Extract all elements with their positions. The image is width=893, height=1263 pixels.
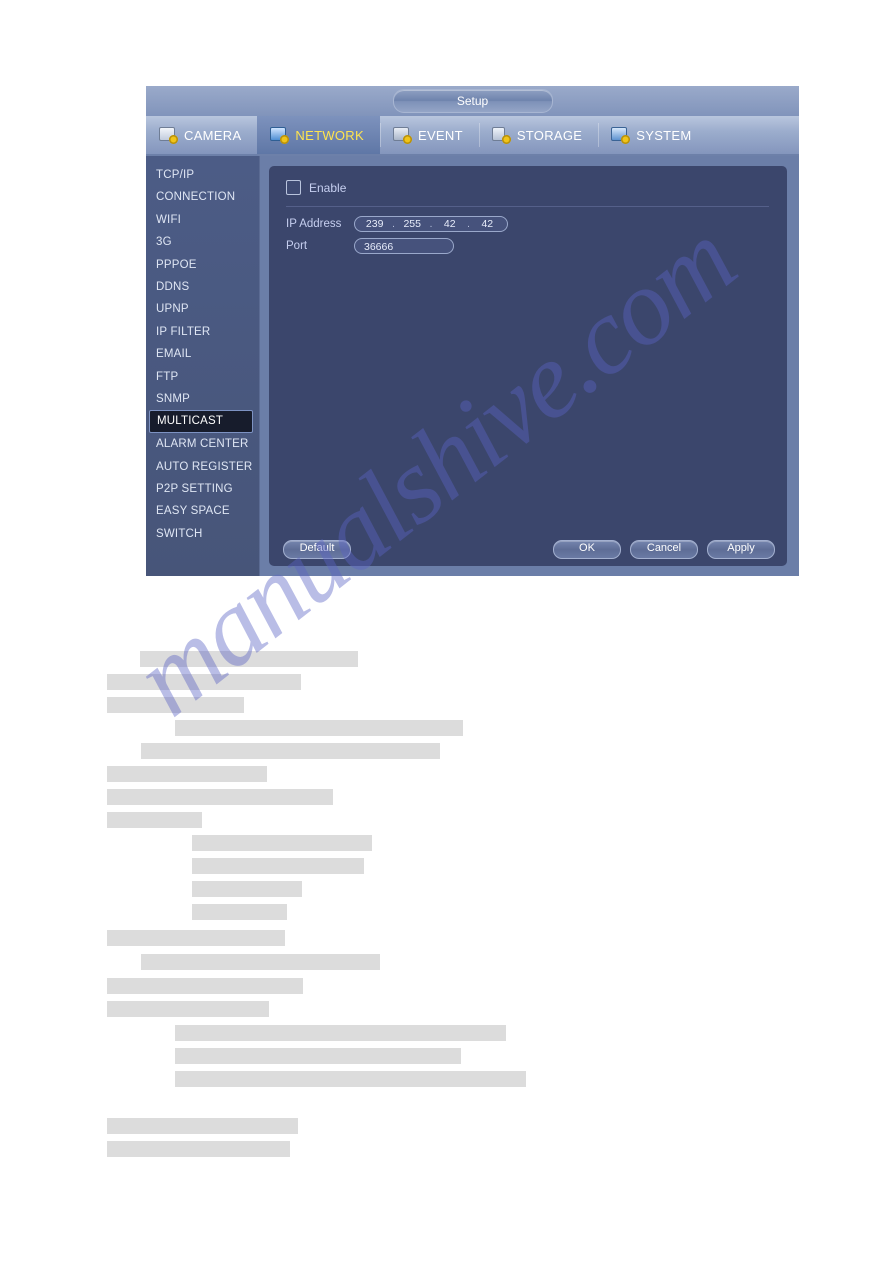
sidebar-item-ftp[interactable]: FTP	[146, 366, 259, 388]
tab-camera[interactable]: CAMERA	[146, 116, 257, 154]
redacted-line	[107, 789, 333, 805]
redacted-line	[192, 904, 287, 920]
sidebar-item-alarm-center[interactable]: ALARM CENTER	[146, 433, 259, 455]
redacted-line	[107, 1001, 269, 1017]
redacted-line	[107, 766, 267, 782]
network-sidebar: TCP/IP CONNECTION WIFI 3G PPPOE DDNS UPN…	[146, 156, 260, 576]
dialog-body: TCP/IP CONNECTION WIFI 3G PPPOE DDNS UPN…	[146, 156, 799, 576]
redacted-line	[192, 835, 372, 851]
dialog-title: Setup	[392, 89, 553, 113]
ip-address-input[interactable]: 239 . 255 . 42 . 42	[354, 216, 508, 232]
redacted-line	[107, 930, 285, 946]
redacted-line	[107, 697, 244, 713]
redacted-line	[141, 954, 380, 970]
ip-separator-1: .	[392, 218, 395, 230]
redacted-line	[141, 743, 440, 759]
redacted-line	[107, 978, 303, 994]
enable-checkbox[interactable]	[286, 180, 301, 195]
apply-button[interactable]: Apply	[707, 539, 775, 559]
tab-event[interactable]: EVENT	[379, 116, 479, 154]
sidebar-item-wifi[interactable]: WIFI	[146, 209, 259, 231]
setup-dialog: Setup CAMERA NETWORK EVENT STORAGE SYSTE…	[146, 86, 799, 576]
sidebar-item-pppoe[interactable]: PPPOE	[146, 254, 259, 276]
sidebar-item-tcpip[interactable]: TCP/IP	[146, 164, 259, 186]
cancel-button[interactable]: Cancel	[630, 539, 698, 559]
port-input[interactable]: 36666	[354, 238, 454, 254]
redacted-line	[175, 1048, 461, 1064]
redacted-line	[140, 651, 358, 667]
ip-octet-1[interactable]: 239	[365, 218, 385, 230]
sidebar-item-upnp[interactable]: UPNP	[146, 298, 259, 320]
main-tab-strip: CAMERA NETWORK EVENT STORAGE SYSTEM	[146, 116, 799, 156]
storage-icon	[491, 126, 511, 144]
dialog-title-bar: Setup	[146, 86, 799, 116]
sidebar-item-ddns[interactable]: DDNS	[146, 276, 259, 298]
multicast-settings-panel: Enable IP Address 239 . 255 . 42 . 42 Po…	[269, 166, 787, 566]
sidebar-item-connection[interactable]: CONNECTION	[146, 186, 259, 208]
sidebar-item-snmp[interactable]: SNMP	[146, 388, 259, 410]
redacted-line	[175, 720, 463, 736]
sidebar-item-3g[interactable]: 3G	[146, 231, 259, 253]
sidebar-item-switch[interactable]: SWITCH	[146, 523, 259, 545]
port-label: Port	[286, 240, 308, 252]
tab-storage-label: STORAGE	[516, 127, 583, 143]
sidebar-item-ip-filter[interactable]: IP FILTER	[146, 321, 259, 343]
ip-octet-3[interactable]: 42	[440, 218, 460, 230]
tab-storage[interactable]: STORAGE	[478, 116, 598, 154]
redacted-line	[175, 1071, 526, 1087]
event-icon	[392, 126, 412, 144]
enable-label: Enable	[309, 180, 347, 195]
sidebar-item-easy-space[interactable]: EASY SPACE	[146, 500, 259, 522]
sidebar-item-auto-register[interactable]: AUTO REGISTER	[146, 456, 259, 478]
port-row: Port 36666	[286, 238, 787, 254]
sidebar-item-p2p-setting[interactable]: P2P SETTING	[146, 478, 259, 500]
ip-octet-4[interactable]: 42	[477, 218, 497, 230]
ok-button[interactable]: OK	[553, 539, 621, 559]
redacted-line	[107, 1141, 290, 1157]
system-icon	[610, 126, 631, 144]
redacted-line	[107, 1118, 298, 1134]
tab-event-label: EVENT	[417, 127, 463, 143]
camera-icon	[158, 126, 178, 144]
dialog-button-bar: Default OK Cancel Apply	[269, 539, 787, 559]
ip-separator-3: .	[467, 218, 470, 230]
ip-address-row: IP Address 239 . 255 . 42 . 42	[286, 216, 787, 232]
sidebar-item-email[interactable]: EMAIL	[146, 343, 259, 365]
redacted-line	[175, 1025, 506, 1041]
default-button[interactable]: Default	[283, 539, 351, 559]
ip-octet-2[interactable]: 255	[402, 218, 422, 230]
network-icon	[269, 126, 290, 144]
redacted-line	[192, 858, 364, 874]
ip-address-label: IP Address	[286, 218, 342, 230]
tab-camera-label: CAMERA	[184, 127, 242, 143]
enable-row: Enable	[269, 166, 787, 195]
tab-system[interactable]: SYSTEM	[598, 116, 707, 154]
redacted-line	[107, 812, 202, 828]
redacted-line	[107, 674, 301, 690]
redacted-line	[192, 881, 302, 897]
tab-network-label: NETWORK	[295, 127, 364, 143]
ip-separator-2: .	[429, 218, 433, 230]
confirm-button-group: OK Cancel Apply	[553, 539, 775, 559]
sidebar-item-multicast[interactable]: MULTICAST	[149, 410, 253, 434]
tab-system-label: SYSTEM	[636, 127, 692, 143]
tab-network[interactable]: NETWORK	[257, 116, 380, 154]
multicast-form: IP Address 239 . 255 . 42 . 42 Port 3666…	[269, 207, 787, 254]
